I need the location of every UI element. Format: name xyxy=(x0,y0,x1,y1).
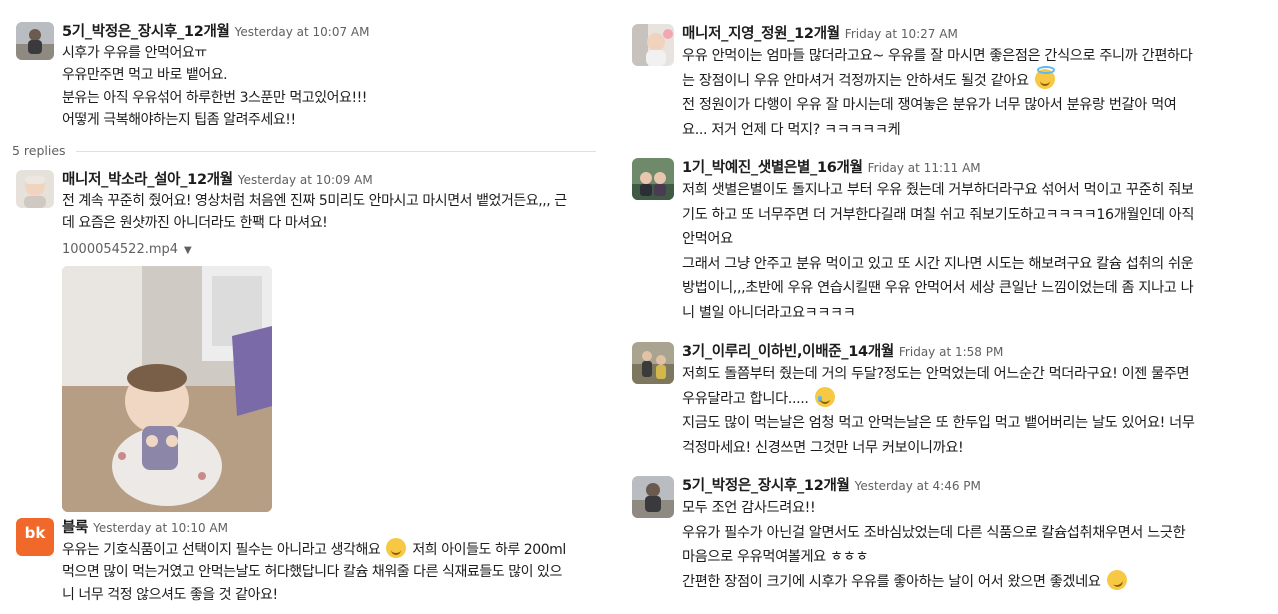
avatar[interactable]: bk xyxy=(16,518,54,556)
message-line: 는 장점이니 우유 안마셔거 걱정까지는 안하셔도 될것 같아요 xyxy=(682,65,1270,94)
message-line: 방법이니,,,초반에 우유 연습시킬땐 우유 안먹어서 세상 큰일난 느낌이었는… xyxy=(682,280,1194,297)
message-line: 모두 조언 감사드려요!! xyxy=(682,500,816,516)
message-text: 간편한 장점이 크기에 시후가 우유를 좋아하는 날이 어서 왔으면 좋겠네요 xyxy=(682,573,1101,590)
message-line: 어떻게 극복해야하는지 팁좀 알려주세요!! xyxy=(62,112,296,129)
message-line: 니 너무 걱정 않으셔도 좋을 것 같아요! xyxy=(62,586,278,603)
timestamp[interactable]: Yesterday at 10:09 AM xyxy=(238,173,373,187)
timestamp[interactable]: Friday at 10:27 AM xyxy=(845,27,958,41)
message-line: 데 요즘은 원샷까진 아니더라도 한팩 다 마셔요! xyxy=(62,215,328,232)
message-line: 저희 샛별은별이도 돌지나고 부터 우유 줬는데 거부하더라구요 섞어서 먹이고… xyxy=(682,182,1194,198)
author-name[interactable]: 1기_박예진_샛별은별_16개월 xyxy=(682,160,863,176)
message-line: 우유달라고 합니다..... xyxy=(682,386,1270,412)
file-attachment-name[interactable]: 1000054522.mp4 ▼ xyxy=(62,239,604,262)
message-line: 분유는 아직 우유섞어 하루한번 3스푼만 먹고있어요!!! xyxy=(62,89,367,106)
avatar[interactable] xyxy=(632,476,674,518)
timestamp[interactable]: Yesterday at 4:46 PM xyxy=(855,479,981,493)
reply-message[interactable]: 매니저_지영_정원_12개월 Friday at 10:27 AM 우유 안먹이는… xyxy=(620,22,1278,146)
message-line: 요... 저거 언제 다 먹지? ㅋㅋㅋㅋㅋ케 xyxy=(682,121,901,138)
parent-message[interactable]: 5기_박정은_장시후_12개월 Yesterday at 10:07 AM 시후가… xyxy=(0,20,612,138)
avatar[interactable] xyxy=(632,24,674,66)
timestamp[interactable]: Yesterday at 10:10 AM xyxy=(93,521,228,535)
message-line: 마음으로 우유먹여볼게요 ㅎㅎㅎ xyxy=(682,549,869,566)
author-name[interactable]: 5기_박정은_장시후_12개월 xyxy=(62,24,230,40)
divider xyxy=(76,151,596,152)
author-name[interactable]: 매니저_박소라_설아_12개월 xyxy=(62,172,233,188)
crying-face-icon xyxy=(814,386,835,407)
message-text: 우유는 기호식품이고 선택이지 필수는 아니라고 생각해요 xyxy=(62,542,381,558)
avatar[interactable] xyxy=(632,342,674,384)
message-line: 우유는 기호식품이고 선택이지 필수는 아니라고 생각해요 저희 아이들도 하루… xyxy=(62,538,604,561)
avatar[interactable] xyxy=(16,170,54,208)
file-name[interactable]: 1000054522.mp4 xyxy=(62,242,178,257)
message-line: 우유가 필수가 아닌걸 알면서도 조바심났었는데 다른 식품으로 칼슘섭취채우면… xyxy=(682,524,1186,541)
message-line: 걱정마세요! 신경쓰면 그것만 너무 커보이니까요! xyxy=(682,439,964,456)
video-attachment[interactable] xyxy=(62,266,272,512)
message-line: 전 정원이가 다행이 우유 잘 마시는데 쟁여놓은 분유가 너무 많아서 분유랑… xyxy=(682,97,1177,114)
message-text: 우유달라고 합니다..... xyxy=(682,390,809,407)
reply-message[interactable]: 5기_박정은_장시후_12개월 Yesterday at 4:46 PM 모두 조… xyxy=(620,474,1278,604)
message-line: 그래서 그냥 안주고 분유 먹이고 있고 또 시간 지나면 시도는 해보려구요 … xyxy=(682,255,1194,272)
message-line: 전 계속 꾸준히 줬어요! 영상처럼 처음엔 진짜 5미리도 안마시고 마시면서… xyxy=(62,193,567,209)
message-line: 안먹어요 xyxy=(682,231,733,248)
message-line: 우유만주면 먹고 바로 뱉어요. xyxy=(62,67,228,84)
timestamp[interactable]: Friday at 11:11 AM xyxy=(868,161,981,175)
timestamp[interactable]: Friday at 1:58 PM xyxy=(899,345,1003,359)
message-line: 저희도 돌쯤부터 줬는데 거의 두달?정도는 안먹었는데 어느순간 먹더라구요!… xyxy=(682,366,1190,382)
message-line: 먹으면 많이 먹는거였고 안먹는날도 허다했답니다 칼슘 채워줄 다른 식재료들… xyxy=(62,564,562,581)
reply-message[interactable]: 3기_이루리_이하빈,이배준_14개월 Friday at 1:58 PM 저희도… xyxy=(620,340,1278,466)
smiling-face-with-halo-icon xyxy=(1034,65,1055,89)
message-line: 지금도 많이 먹는날은 엄청 먹고 안먹는날은 또 한두입 먹고 뱉어버리는 날… xyxy=(682,415,1195,432)
timestamp[interactable]: Yesterday at 10:07 AM xyxy=(235,25,370,39)
author-name[interactable]: 매니저_지영_정원_12개월 xyxy=(682,26,840,42)
message-line: 기도 하고 또 너무주면 더 거부한다길래 며칠 쉬고 줘보기도하고ㅋㅋㅋㅋ16… xyxy=(682,206,1195,223)
chevron-down-icon[interactable]: ▼ xyxy=(184,245,192,256)
message-line: 시후가 우유를 안먹어요ㅠ xyxy=(62,45,207,61)
avatar[interactable] xyxy=(632,158,674,200)
reply-message[interactable]: 1기_박예진_샛별은별_16개월 Friday at 11:11 AM 저희 샛별… xyxy=(620,156,1278,332)
avatar[interactable] xyxy=(16,22,54,60)
message-text: 는 장점이니 우유 안마셔거 걱정까지는 안하셔도 될것 같아요 xyxy=(682,72,1029,89)
message-line: 우유 안먹이는 엄마들 많더라고요~ 우유를 잘 마시면 좋은점은 간식으로 주… xyxy=(682,48,1193,64)
brand-logo: bk xyxy=(24,524,46,542)
slightly-smiling-face-icon xyxy=(386,538,407,558)
author-name[interactable]: 블룩 xyxy=(62,520,88,536)
author-name[interactable]: 5기_박정은_장시후_12개월 xyxy=(682,478,850,494)
rolling-on-floor-laughing-icon xyxy=(1103,566,1130,593)
message-line: 간편한 장점이 크기에 시후가 우유를 좋아하는 날이 어서 왔으면 좋겠네요 xyxy=(682,566,1270,595)
message-line: 니 별일 아니더라고요ㅋㅋㅋㅋ xyxy=(682,304,856,321)
reply-message[interactable]: bk 블룩 Yesterday at 10:10 AM 우유는 기호식품이고 선택… xyxy=(0,516,612,612)
message-text: 저희 아이들도 하루 200ml xyxy=(412,542,566,558)
author-name[interactable]: 3기_이루리_이하빈,이배준_14개월 xyxy=(682,344,894,360)
reply-count: 5 replies xyxy=(12,143,66,158)
